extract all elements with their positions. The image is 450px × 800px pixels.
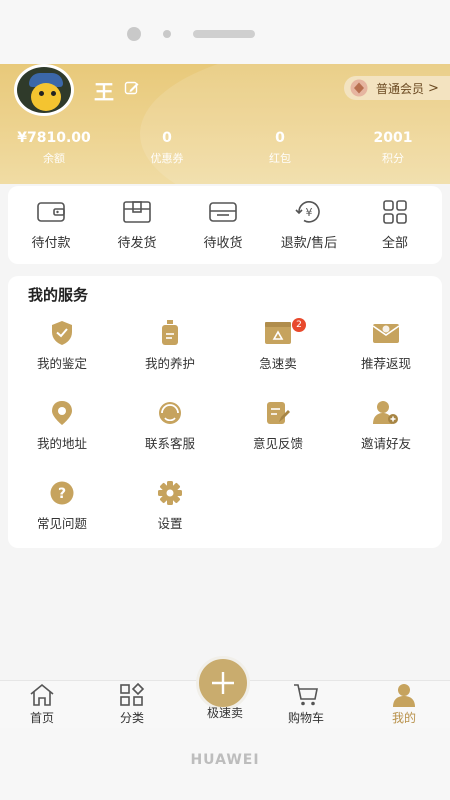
service-label: 我的鉴定 xyxy=(36,356,87,371)
service-customer-support[interactable]: 联系客服 xyxy=(120,400,220,452)
services-title: 我的服务 xyxy=(28,286,89,304)
service-faq[interactable]: ? 常见问题 xyxy=(12,480,112,532)
account-stats: ¥7810.00 余额 0 优惠券 0 红包 2001 积分 xyxy=(0,130,450,170)
location-pin-icon xyxy=(52,401,72,425)
service-my-care[interactable]: 我的养护 xyxy=(120,320,220,372)
stat-value: 0 xyxy=(162,130,172,146)
service-label: 邀请好友 xyxy=(360,436,411,451)
service-settings[interactable]: 设置 xyxy=(120,480,220,532)
member-level-label: 普通会员 xyxy=(376,81,425,96)
wallet-icon xyxy=(37,202,65,222)
front-camera xyxy=(127,27,141,41)
service-label: 设置 xyxy=(157,516,183,531)
shield-check-icon xyxy=(52,321,72,345)
refund-icon: ¥ xyxy=(295,201,320,223)
inbox-icon xyxy=(209,202,237,222)
order-pending-receipt[interactable]: 待收货 xyxy=(180,200,266,251)
svg-text:?: ? xyxy=(58,486,66,502)
proximity-sensor xyxy=(163,30,171,38)
quick-sell-button[interactable] xyxy=(196,656,250,710)
add-friend-icon xyxy=(373,401,398,424)
category-icon xyxy=(120,683,145,706)
stat-coupons[interactable]: 0 优惠券 xyxy=(117,130,217,166)
stat-red-packets[interactable]: 0 红包 xyxy=(230,130,330,166)
tab-home[interactable]: 首页 xyxy=(2,683,82,726)
stat-label: 积分 xyxy=(382,152,404,165)
user-icon xyxy=(393,684,415,707)
stat-value: 0 xyxy=(275,130,285,146)
service-feedback[interactable]: 意见反馈 xyxy=(228,400,328,452)
service-label: 我的养护 xyxy=(144,356,195,371)
stat-balance[interactable]: ¥7810.00 余额 xyxy=(4,130,104,166)
order-pending-shipment[interactable]: 待发货 xyxy=(94,200,180,251)
customer-service-icon xyxy=(159,402,181,424)
service-my-appraisal[interactable]: 我的鉴定 xyxy=(12,320,112,372)
feedback-icon xyxy=(267,402,290,424)
service-label: 意见反馈 xyxy=(252,436,303,451)
order-all[interactable]: 全部 xyxy=(352,200,438,251)
service-label: 我的地址 xyxy=(36,436,87,451)
diamond-icon xyxy=(350,79,368,97)
avatar[interactable] xyxy=(14,64,76,116)
service-label: 急速卖 xyxy=(259,356,297,371)
tab-cart[interactable]: 购物车 xyxy=(266,683,346,726)
stat-label: 余额 xyxy=(43,152,65,165)
grid-icon xyxy=(383,200,407,224)
stat-points[interactable]: 2001 积分 xyxy=(343,130,443,166)
service-quick-sell[interactable]: 2 急速卖 xyxy=(228,318,328,372)
edit-icon[interactable] xyxy=(124,80,140,96)
stat-value: 2001 xyxy=(373,130,413,146)
envelope-icon xyxy=(372,324,400,343)
notification-badge: 2 xyxy=(292,318,306,332)
order-label: 全部 xyxy=(381,236,408,251)
order-label: 待收货 xyxy=(203,236,243,251)
home-icon xyxy=(30,683,54,706)
service-referral-cashback[interactable]: 推荐返现 xyxy=(336,320,436,372)
cart-icon xyxy=(294,684,318,706)
package-icon xyxy=(123,201,151,223)
service-invite-friends[interactable]: 邀请好友 xyxy=(336,400,436,452)
order-label: 退款/售后 xyxy=(280,236,338,251)
gear-icon xyxy=(158,481,182,505)
tab-label: 首页 xyxy=(29,711,54,725)
earpiece-speaker xyxy=(193,30,255,38)
care-bottle-icon xyxy=(162,320,178,345)
quick-sell-label[interactable]: 极速卖 xyxy=(185,704,265,721)
tab-category[interactable]: 分类 xyxy=(92,683,172,726)
service-label: 联系客服 xyxy=(144,436,195,451)
order-label: 待发货 xyxy=(117,236,157,251)
chevron-right-icon: > xyxy=(428,80,439,96)
service-label: 推荐返现 xyxy=(360,356,411,371)
member-badge[interactable]: 普通会员 > xyxy=(344,76,450,100)
service-my-address[interactable]: 我的地址 xyxy=(12,400,112,452)
my-services-card: 我的服务 我的鉴定 我的养护 2 急速卖 推荐返现 我的地址 联系客服 意见反馈… xyxy=(8,276,442,548)
stat-label: 红包 xyxy=(269,152,291,165)
tab-label: 分类 xyxy=(119,711,144,725)
plus-icon xyxy=(212,672,234,694)
question-icon: ? xyxy=(50,481,74,505)
stat-label: 优惠券 xyxy=(150,152,184,165)
recycle-box-icon xyxy=(265,322,291,344)
order-pending-payment[interactable]: 待付款 xyxy=(8,200,94,251)
phone-screen: 王 普通会员 > ¥7810.00 余额 0 优惠券 0 红包 2001 积分 xyxy=(0,0,450,800)
tab-label: 我的 xyxy=(391,711,416,725)
tab-label: 购物车 xyxy=(287,711,324,725)
svg-text:¥: ¥ xyxy=(306,206,313,219)
order-label: 待付款 xyxy=(31,236,71,251)
order-refund-aftersale[interactable]: ¥ 退款/售后 xyxy=(266,200,352,251)
device-brand: HUAWEI xyxy=(190,752,260,768)
phone-top-bezel xyxy=(0,0,450,64)
user-name: 王 xyxy=(94,80,114,104)
stat-value: ¥7810.00 xyxy=(17,130,91,146)
service-label: 常见问题 xyxy=(36,516,87,531)
tab-mine[interactable]: 我的 xyxy=(364,683,444,726)
order-status-card: 待付款 待发货 待收货 ¥ 退款/售后 全部 xyxy=(8,186,442,264)
